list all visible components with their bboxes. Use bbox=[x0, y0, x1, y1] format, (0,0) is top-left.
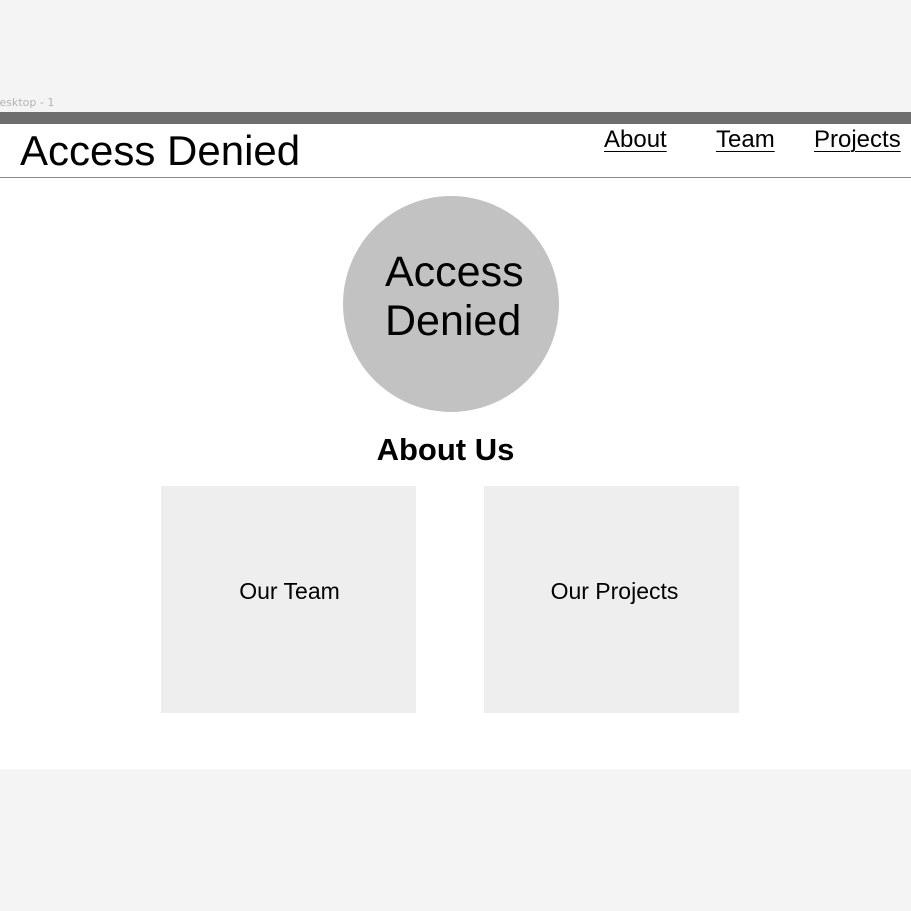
hero-logo-line-1: Access bbox=[385, 248, 524, 296]
desktop-frame: Access Denied About Team Projects Access… bbox=[0, 112, 911, 769]
about-us-heading: About Us bbox=[376, 432, 515, 467]
our-projects-card[interactable]: Our Projects bbox=[484, 486, 739, 713]
site-header: Access Denied About Team Projects bbox=[0, 124, 911, 178]
nav-link-team[interactable]: Team bbox=[716, 124, 775, 156]
hero-logo-text: Access Denied bbox=[385, 248, 524, 346]
frame-label[interactable]: Desktop - 1 bbox=[0, 96, 120, 110]
our-team-card-label: Our Team bbox=[239, 578, 340, 604]
design-canvas: Desktop - 1 Access Denied About Team Pro… bbox=[0, 0, 911, 911]
site-title: Access Denied bbox=[20, 127, 301, 174]
hero-logo-line-2: Denied bbox=[385, 297, 522, 345]
hero-logo-circle: Access Denied bbox=[343, 196, 559, 412]
top-bar bbox=[0, 112, 911, 124]
nav-link-about[interactable]: About bbox=[604, 124, 667, 156]
our-team-card[interactable]: Our Team bbox=[161, 486, 416, 713]
nav-link-projects[interactable]: Projects bbox=[814, 124, 901, 156]
our-projects-card-label: Our Projects bbox=[550, 578, 679, 604]
